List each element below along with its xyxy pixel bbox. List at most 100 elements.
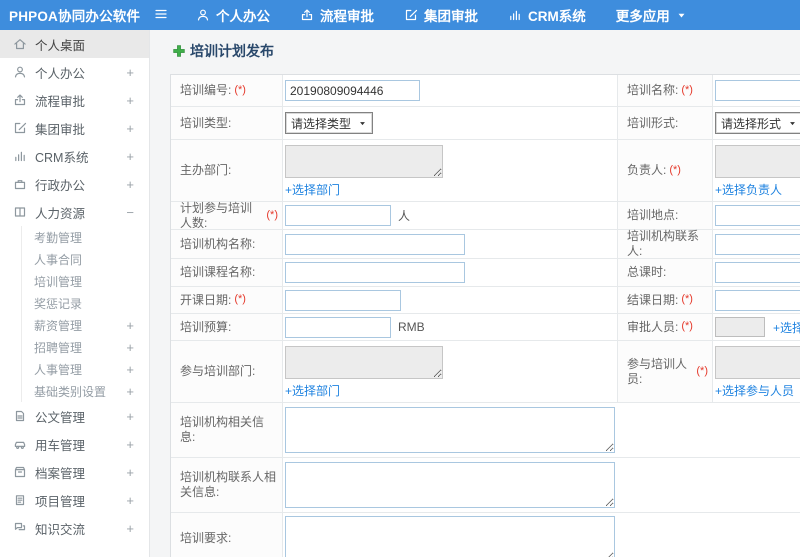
sidebar-item-training[interactable]: 培训管理 — [0, 270, 149, 292]
training-requirements-label: 培训要求: — [171, 513, 283, 557]
start-date-input[interactable] — [285, 289, 401, 311]
training-number-input[interactable] — [285, 80, 420, 101]
expand-toggle-icon[interactable]: + — [126, 384, 134, 399]
nav-item-more-apps[interactable]: 更多应用 — [616, 5, 687, 25]
caret-down-icon — [788, 119, 797, 128]
sidebar-item-personnel[interactable]: 人事管理 + — [0, 358, 149, 380]
participating-departments-field-cell: +选择部门 — [283, 341, 617, 402]
host-department-link[interactable]: +选择部门 — [285, 181, 340, 198]
page-title: 培训计划发布 — [190, 43, 274, 59]
expand-toggle-icon[interactable]: + — [126, 437, 134, 452]
nav-item-group-approval[interactable]: 集团审批 — [404, 5, 478, 25]
org-contact-input[interactable] — [715, 233, 800, 255]
sidebar-item-admin-office[interactable]: 行政办公 + — [0, 170, 149, 198]
participating-staff-textarea[interactable] — [715, 346, 800, 379]
expand-toggle-icon[interactable]: + — [126, 362, 134, 377]
sidebar-item-personal-desktop[interactable]: 个人桌面 — [0, 30, 149, 58]
expand-toggle-icon[interactable]: + — [126, 121, 134, 136]
expand-toggle-icon[interactable]: + — [126, 65, 134, 80]
org-contact-info-textarea[interactable] — [285, 462, 615, 508]
user-icon — [196, 8, 210, 22]
nav-item-workflow-approval[interactable]: 流程审批 — [300, 5, 374, 25]
training-requirements-textarea[interactable] — [285, 515, 615, 557]
end-date-input[interactable] — [715, 289, 800, 311]
org-name-input[interactable] — [285, 233, 465, 255]
app-header: PHPOA协同办公软件 个人办公 流程审批 集团审批 CRM系统 更多应用 — [0, 0, 800, 30]
nav-item-personal-office[interactable]: 个人办公 — [196, 5, 270, 25]
form-row: 培训机构联系人相关信息: — [171, 458, 800, 513]
sidebar-item-recruitment[interactable]: 招聘管理 + — [0, 336, 149, 358]
sidebar-item-vehicle-mgmt[interactable]: 用车管理 + — [0, 430, 149, 458]
field-label-text: 参与培训部门: — [180, 364, 256, 378]
expand-toggle-icon[interactable]: + — [126, 409, 134, 424]
expand-toggle-icon[interactable]: + — [126, 318, 134, 333]
expand-toggle-icon[interactable]: + — [126, 493, 134, 508]
sidebar-item-project-mgmt[interactable]: 项目管理 + — [0, 486, 149, 514]
approver-link[interactable]: +选择审批人 — [773, 319, 800, 336]
sidebar-item-personal-office[interactable]: 个人办公 + — [0, 58, 149, 86]
course-name-input[interactable] — [285, 262, 465, 283]
archive-icon — [13, 465, 27, 479]
budget-input[interactable] — [285, 316, 391, 338]
training-form-select[interactable]: 请选择形式 — [715, 112, 800, 134]
participant-count-input[interactable] — [285, 205, 391, 226]
caret-down-icon — [358, 119, 367, 128]
form-row: 培训课程名称: 总课时: — [171, 259, 800, 287]
menu-toggle[interactable] — [154, 7, 168, 24]
briefcase-icon — [13, 177, 27, 191]
sidebar-item-label: 人事合同 — [34, 252, 83, 267]
sidebar-item-group-approval[interactable]: 集团审批 + — [0, 114, 149, 142]
start-date-field-cell — [283, 287, 617, 313]
sidebar-item-hr-contract[interactable]: 人事合同 — [0, 248, 149, 270]
participating-departments-textarea[interactable] — [285, 346, 443, 379]
approver-input[interactable] — [715, 317, 765, 337]
field-label-text: 负责人: — [627, 163, 667, 177]
leader-link[interactable]: +选择负责人 — [715, 181, 782, 198]
form-row: 计划参与培训人数: (*) 人 培训地点: — [171, 201, 800, 230]
sidebar-item-label: 集团审批 — [35, 122, 86, 137]
sidebar-item-label: 公文管理 — [35, 410, 86, 425]
sidebar-item-label: 招聘管理 — [34, 340, 83, 355]
training-type-select[interactable]: 请选择类型 — [285, 112, 374, 134]
end-date-label: 结课日期: (*) — [617, 287, 713, 313]
participating-departments-link[interactable]: +选择部门 — [285, 382, 340, 399]
select-value: 请选择形式 — [721, 116, 782, 131]
expand-toggle-icon[interactable]: − — [126, 205, 134, 220]
sidebar-item-crm-system[interactable]: CRM系统 + — [0, 142, 149, 170]
org-name-field-cell — [283, 230, 617, 258]
field-label-text: 培训地点: — [627, 208, 679, 222]
expand-toggle-icon[interactable]: + — [126, 93, 134, 108]
sidebar-item-attendance[interactable]: 考勤管理 — [0, 226, 149, 248]
sidebar-item-archive-mgmt[interactable]: 档案管理 + — [0, 458, 149, 486]
project-icon — [13, 493, 27, 507]
form-row: 培训类型: 请选择类型 培训形式: 请选择形式 — [171, 107, 800, 140]
training-location-input[interactable] — [715, 205, 800, 226]
sidebar-item-label: 行政办公 — [35, 178, 86, 193]
expand-toggle-icon[interactable]: + — [126, 340, 134, 355]
sidebar-item-knowledge[interactable]: 知识交流 + — [0, 514, 149, 542]
participating-staff-link[interactable]: +选择参与人员 — [715, 382, 794, 399]
sidebar-item-base-category[interactable]: 基础类别设置 + — [0, 380, 149, 402]
leader-textarea[interactable] — [715, 145, 800, 178]
training-name-input[interactable] — [715, 80, 800, 101]
form-row: 培训机构名称: 培训机构联系人: — [171, 229, 800, 259]
sidebar-item-salary[interactable]: 薪资管理 + — [0, 314, 149, 336]
org-info-label: 培训机构相关信息: — [171, 403, 283, 457]
hr-icon — [13, 205, 27, 219]
sidebar-item-label: 基础类别设置 — [34, 384, 107, 399]
sidebar-item-document-mgmt[interactable]: 公文管理 + — [0, 402, 149, 430]
expand-toggle-icon[interactable]: + — [126, 149, 134, 164]
sidebar-item-workflow-approval[interactable]: 流程审批 + — [0, 86, 149, 114]
org-info-textarea[interactable] — [285, 407, 615, 453]
total-hours-input[interactable] — [715, 262, 800, 283]
expand-toggle-icon[interactable]: + — [126, 465, 134, 480]
training-name-field-cell — [713, 75, 800, 106]
host-department-textarea[interactable] — [285, 145, 443, 178]
field-label-text: 培训编号: — [180, 83, 232, 97]
sidebar-item-hr[interactable]: 人力资源 − — [0, 198, 149, 226]
nav-item-crm-system[interactable]: CRM系统 — [508, 5, 586, 25]
expand-toggle-icon[interactable]: + — [126, 521, 134, 536]
expand-toggle-icon[interactable]: + — [126, 177, 134, 192]
sidebar-item-rewards[interactable]: 奖惩记录 — [0, 292, 149, 314]
required-marker: (*) — [234, 83, 246, 96]
